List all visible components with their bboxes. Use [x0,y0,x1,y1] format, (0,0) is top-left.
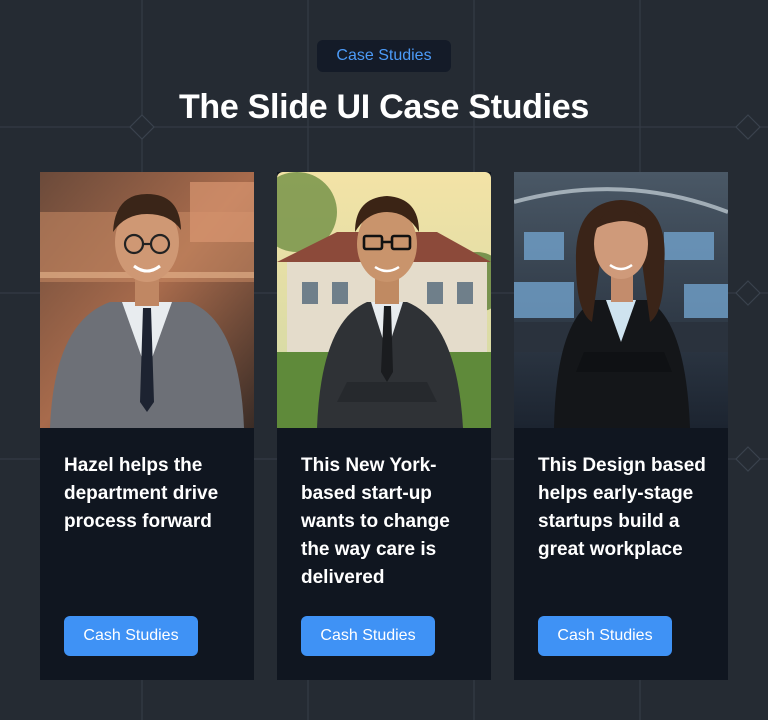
case-study-card-3: This Design based helps early-stage star… [514,172,728,680]
case-studies-badge: Case Studies [317,40,451,72]
man-with-glasses-photo [277,172,491,428]
card-1-description: Hazel helps the department drive process… [64,455,219,532]
case-study-card-1: Hazel helps the department drive process… [40,172,254,680]
card-2-cash-studies-button[interactable]: Cash Studies [301,616,435,656]
card-2-description: This New York-based start-up wants to ch… [301,455,450,588]
card-3-description: This Design based helps early-stage star… [538,455,706,560]
woman-in-black-blazer-photo [514,172,728,428]
case-study-card-2: This New York-based start-up wants to ch… [277,172,491,680]
card-3-cash-studies-button[interactable]: Cash Studies [538,616,672,656]
card-1-cash-studies-button[interactable]: Cash Studies [64,616,198,656]
man-in-grey-suit-photo [40,172,254,428]
page-title: The Slide UI Case Studies [178,88,590,126]
